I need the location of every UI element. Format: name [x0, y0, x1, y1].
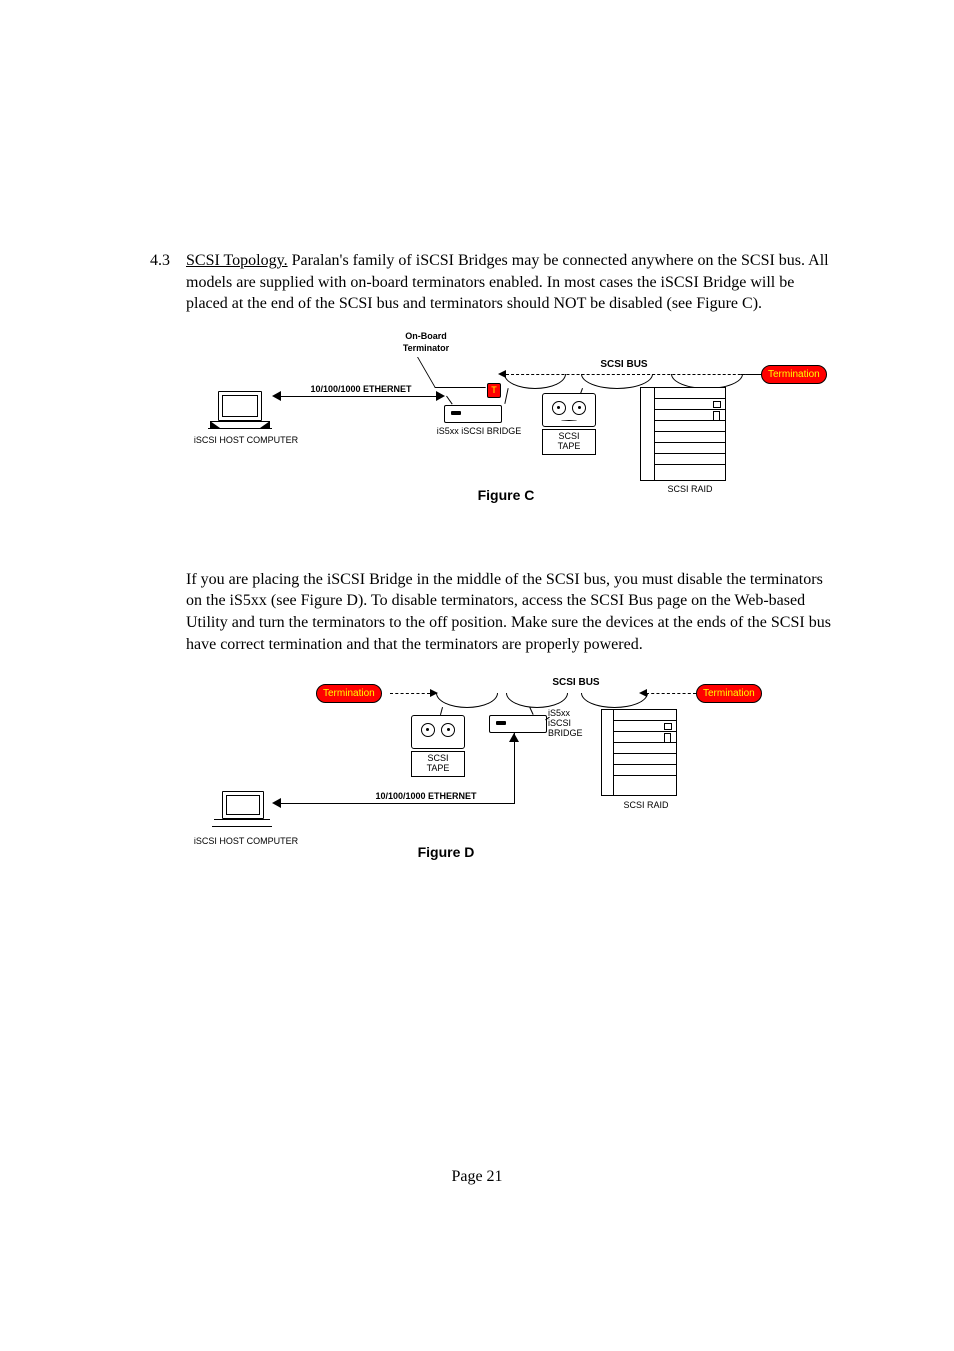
cable-drop-1: [504, 374, 566, 389]
arrow-right-icon: [436, 391, 445, 401]
bridge-label-d3: BRIDGE: [548, 729, 594, 739]
bridge-icon-d: [489, 715, 547, 733]
section-heading: SCSI Topology.: [186, 252, 288, 269]
host-label-d: iSCSI HOST COMPUTER: [186, 836, 306, 846]
laptop-icon: [218, 391, 262, 421]
termination-left-pill: Termination: [316, 684, 382, 703]
onboard-label-1: On-Board: [386, 331, 466, 341]
raid-label-d: SCSI RAID: [601, 800, 691, 810]
paragraph-1: 4.3 SCSI Topology. Paralan's family of i…: [150, 250, 834, 315]
eth-arrow-left-icon: [272, 798, 281, 808]
ethernet-label: 10/100/1000 ETHERNET: [286, 384, 436, 394]
tape-label-d2: TAPE: [412, 764, 464, 774]
bus-arrow-2-icon: [639, 689, 647, 697]
paragraph-1-body: SCSI Topology. Paralan's family of iSCSI…: [186, 250, 834, 315]
cable-d-1: [436, 693, 498, 708]
tape-label-box: SCSI TAPE: [542, 429, 596, 455]
onboard-label-2: Terminator: [386, 343, 466, 353]
bridge-label: iS5xx iSCSI BRIDGE: [429, 426, 529, 436]
scsi-bus-label: SCSI BUS: [584, 359, 664, 370]
tape-label-box-d: SCSI TAPE: [411, 751, 465, 777]
bus-tail-left: [390, 693, 430, 694]
arrow-left-icon: [272, 391, 281, 401]
terminator-t-badge: T: [487, 383, 501, 398]
figure-d: Termination Termination SCSI BUS SCSI TA…: [186, 669, 846, 879]
figure-d-title: Figure D: [386, 844, 506, 860]
tape-icon: [542, 393, 596, 427]
eth-vert: [514, 733, 515, 803]
host-label: iSCSI HOST COMPUTER: [186, 435, 306, 445]
figure-c: On-Board Terminator T iS5xx iSCSI BRIDGE…: [186, 329, 846, 529]
page-footer: Page 21: [0, 1168, 954, 1186]
cable-d-2: [506, 693, 568, 708]
cable-d-3: [581, 693, 648, 708]
paragraph-2: If you are placing the iSCSI Bridge in t…: [186, 569, 834, 655]
ethernet-label-d: 10/100/1000 ETHERNET: [346, 791, 506, 801]
raid-label: SCSI RAID: [640, 484, 740, 494]
connector-line: [446, 395, 453, 404]
tape-label-2: TAPE: [543, 442, 595, 452]
eth-horiz: [281, 803, 515, 804]
bridge-icon: [444, 405, 502, 423]
termination-right-pill: Termination: [696, 684, 762, 703]
laptop-icon-d: [222, 791, 264, 819]
bridge-label-box-d: iS5xx iSCSI BRIDGE: [548, 709, 594, 739]
drop-tape-d: [440, 707, 443, 715]
tape-icon-d: [411, 715, 465, 749]
bus-tail-right: [646, 693, 696, 694]
scsi-bus-label-d: SCSI BUS: [536, 677, 616, 688]
section-number: 4.3: [150, 250, 186, 315]
drop-bridge-d: [529, 707, 533, 715]
eth-arrow-up-icon: [509, 733, 519, 742]
figure-c-title: Figure C: [446, 487, 566, 503]
ethernet-line: [281, 396, 441, 397]
drop-to-bridge: [504, 388, 508, 404]
termination-pill: Termination: [761, 365, 827, 384]
bus-tail: [741, 374, 763, 375]
